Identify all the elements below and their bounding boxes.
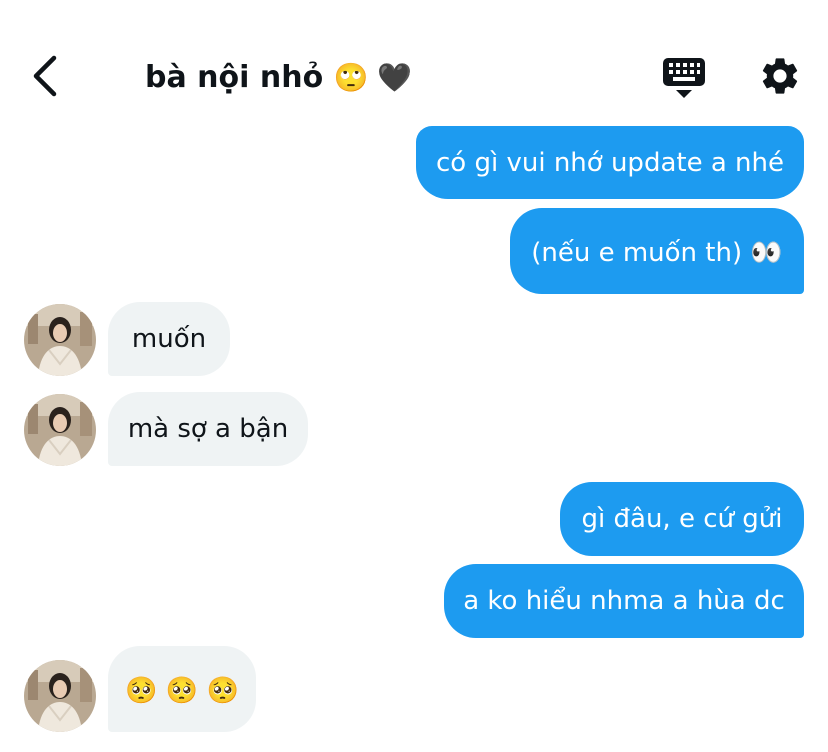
message-bubble-sent[interactable]: (nếu e muốn th) 👀 xyxy=(510,208,804,294)
message-text: a ko hiểu nhma a hùa dc xyxy=(463,586,785,616)
chevron-left-icon xyxy=(33,55,57,97)
conversation-title[interactable]: bà nội nhỏ 🙄 🖤 xyxy=(145,58,412,98)
gear-icon xyxy=(762,58,798,94)
message-text: gì đâu, e cứ gửi xyxy=(581,504,783,534)
avatar[interactable] xyxy=(24,660,96,732)
settings-button[interactable] xyxy=(758,54,802,98)
avatar[interactable] xyxy=(24,304,96,376)
message-text: 🥺 🥺 🥺 xyxy=(125,676,239,706)
avatar-photo xyxy=(24,660,96,732)
message-text: mà sợ a bận xyxy=(127,414,289,444)
back-button[interactable] xyxy=(26,54,66,98)
message-bubble-sent[interactable]: gì đâu, e cứ gửi xyxy=(560,482,804,556)
conversation-title-emojis: 🙄 🖤 xyxy=(333,61,413,94)
conversation-title-text: bà nội nhỏ xyxy=(145,60,324,95)
keyboard-button[interactable] xyxy=(661,56,707,100)
message-bubble-received[interactable]: 🥺 🥺 🥺 xyxy=(108,646,256,732)
avatar[interactable] xyxy=(24,394,96,466)
message-bubble-sent[interactable]: có gì vui nhớ update a nhé xyxy=(416,126,804,199)
message-bubble-received[interactable]: mà sợ a bận xyxy=(108,392,308,466)
message-bubble-received[interactable]: muốn xyxy=(108,302,230,376)
keyboard-icon xyxy=(663,58,705,98)
message-text: có gì vui nhớ update a nhé xyxy=(436,148,784,178)
message-text: (nếu e muốn th) 👀 xyxy=(531,238,783,268)
conversation-header: bà nội nhỏ 🙄 🖤 xyxy=(0,0,828,128)
avatar-photo xyxy=(24,394,96,466)
message-bubble-sent[interactable]: a ko hiểu nhma a hùa dc xyxy=(444,564,804,638)
avatar-photo xyxy=(24,304,96,376)
message-text: muốn xyxy=(131,324,207,354)
